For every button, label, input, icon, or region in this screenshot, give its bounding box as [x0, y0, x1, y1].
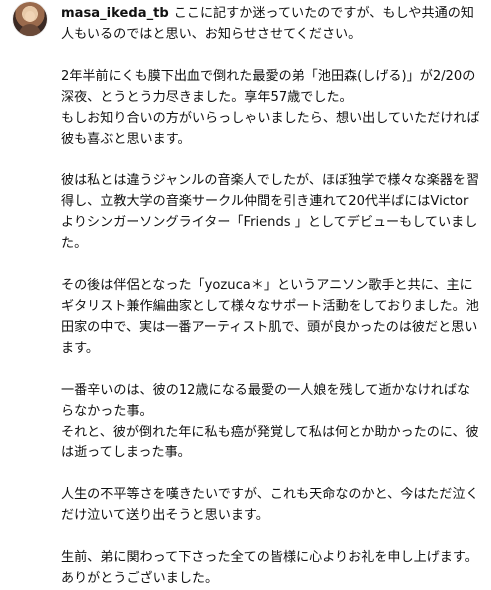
caption-paragraph-5: 人生の不平等さを嘆きたいですが、これも天命なのかと、今はただ泣くだけ泣いて送り出… [61, 487, 479, 524]
caption-paragraph-3: その後は伴侶となった「yozuca＊」というアニソン歌手と共に、主にギタリスト兼… [61, 278, 479, 356]
avatar[interactable] [13, 2, 47, 36]
username[interactable]: masa_ikeda_tb [61, 6, 169, 21]
caption-body: masa_ikeda_tb ここに記すか迷っていたのですが、もしや共通の知人もいる… [61, 4, 481, 590]
caption-paragraph-2: 彼は私とは違うジャンルの音楽人でしたが、ほぼ独学で様々な楽器を習得し、立教大学の… [61, 173, 480, 252]
caption-paragraph-6: 生前、弟に関わって下さった全ての皆様に心よりお礼を申し上げます。ありがとうござい… [61, 550, 478, 587]
caption-paragraph-1: 2年半前にくも膜下出血で倒れた最愛の弟「池田森(しげる)」が2/20の深夜、とう… [61, 68, 480, 147]
caption-paragraph-4: 一番辛いのは、彼の12歳になる最愛の一人娘を残して逝かなければならなかった事。 … [61, 382, 479, 461]
instagram-post-caption: masa_ikeda_tb ここに記すか迷っていたのですが、もしや共通の知人もいる… [0, 0, 491, 586]
caption-intro-paragraph: masa_ikeda_tb ここに記すか迷っていたのですが、もしや共通の知人もいる… [61, 4, 481, 46]
